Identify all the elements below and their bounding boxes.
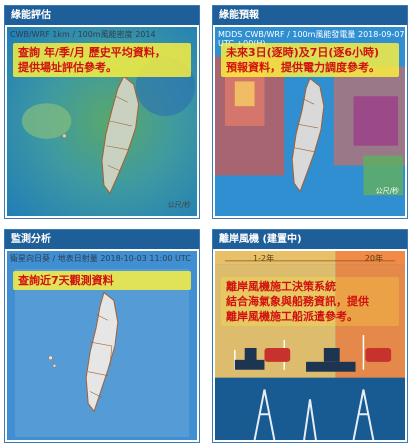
map-panel[interactable]: CWB/WRF 1km / 100m風能密度 2014 查詢 年/季/月 歷史平…	[7, 27, 197, 216]
info-overlay: 查詢 年/季/月 歷史平均資料， 提供場址評估參考。	[13, 43, 191, 77]
card-green-energy-assessment[interactable]: 綠能評估 CWB/WRF 1km / 100m風能密度 2014 查詢 年/季/…	[4, 5, 200, 219]
info-overlay: 未來3日(逐時)及7日(逐6小時) 預報資料，提供電力調度參考。	[221, 43, 399, 77]
timeline-end: 20年	[364, 254, 383, 263]
map-legend: 公尺/秒	[375, 187, 399, 195]
map-legend: 公尺/秒	[167, 201, 191, 209]
card-offshore-wind[interactable]: 離岸風機 (建置中) 1-2年 20年 離岸風機施工決策系統 結合海氣象與船務資…	[212, 229, 408, 443]
timeline-start: 1-2年	[253, 254, 275, 263]
map-panel[interactable]: MDDS CWB/WRF / 100m風能發電量 2018-09-07 00:0…	[215, 27, 405, 216]
card-title: 監測分析	[5, 230, 199, 249]
map-panel[interactable]: 衛星向日葵 / 地表日射量 2018-10-03 11:00 UTC 查詢近7天…	[7, 251, 197, 440]
info-overlay: 查詢近7天觀測資料	[13, 271, 191, 290]
card-monitoring-analysis[interactable]: 監測分析 衛星向日葵 / 地表日射量 2018-10-03 11:00 UTC …	[4, 229, 200, 443]
card-title: 綠能預報	[213, 6, 407, 25]
map-subtitle: 衛星向日葵 / 地表日射量 2018-10-03 11:00 UTC	[10, 254, 191, 263]
map-subtitle: CWB/WRF 1km / 100m風能密度 2014	[10, 30, 156, 39]
info-overlay: 離岸風機施工決策系統 結合海氣象與船務資訊，提供 離岸風機施工船派遣參考。	[221, 277, 399, 326]
illustration-panel[interactable]: 1-2年 20年 離岸風機施工決策系統 結合海氣象與船務資訊，提供 離岸風機施工…	[215, 251, 405, 440]
card-title: 綠能評估	[5, 6, 199, 25]
card-title: 離岸風機 (建置中)	[213, 230, 407, 249]
card-green-energy-forecast[interactable]: 綠能預報 MDDS CWB/WRF / 100m風能發電量 2018-09-07…	[212, 5, 408, 219]
